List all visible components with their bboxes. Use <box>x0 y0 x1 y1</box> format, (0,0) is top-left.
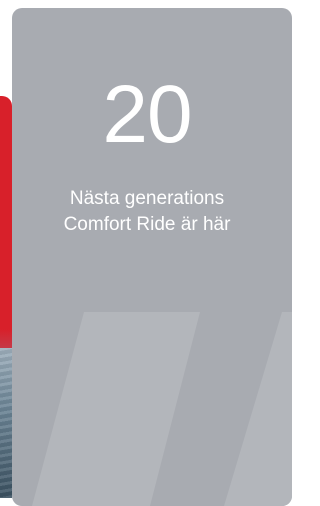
promo-tagline: Nästa generations Comfort Ride är här <box>12 186 282 238</box>
previous-card-edge[interactable] <box>0 96 12 498</box>
promo-number: 20 <box>102 69 192 160</box>
promo-card[interactable]: 20 Nästa generations Comfort Ride är här <box>12 8 292 506</box>
promo-tagline-line-2: Comfort Ride är här <box>63 214 231 235</box>
previous-card-image <box>0 348 12 498</box>
promo-tagline-line-1: Nästa generations <box>69 188 225 209</box>
